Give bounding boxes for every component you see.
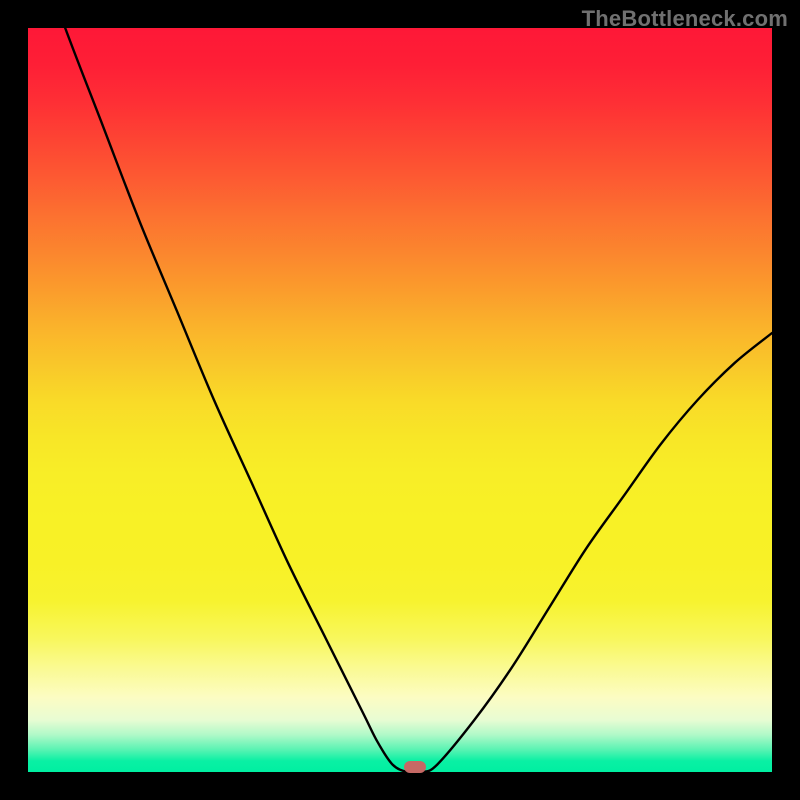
chart-frame: TheBottleneck.com — [0, 0, 800, 800]
optimum-marker — [404, 761, 426, 773]
bottleneck-curve — [28, 28, 772, 772]
watermark-text: TheBottleneck.com — [582, 6, 788, 32]
curve-path — [28, 28, 772, 772]
plot-area — [28, 28, 772, 772]
